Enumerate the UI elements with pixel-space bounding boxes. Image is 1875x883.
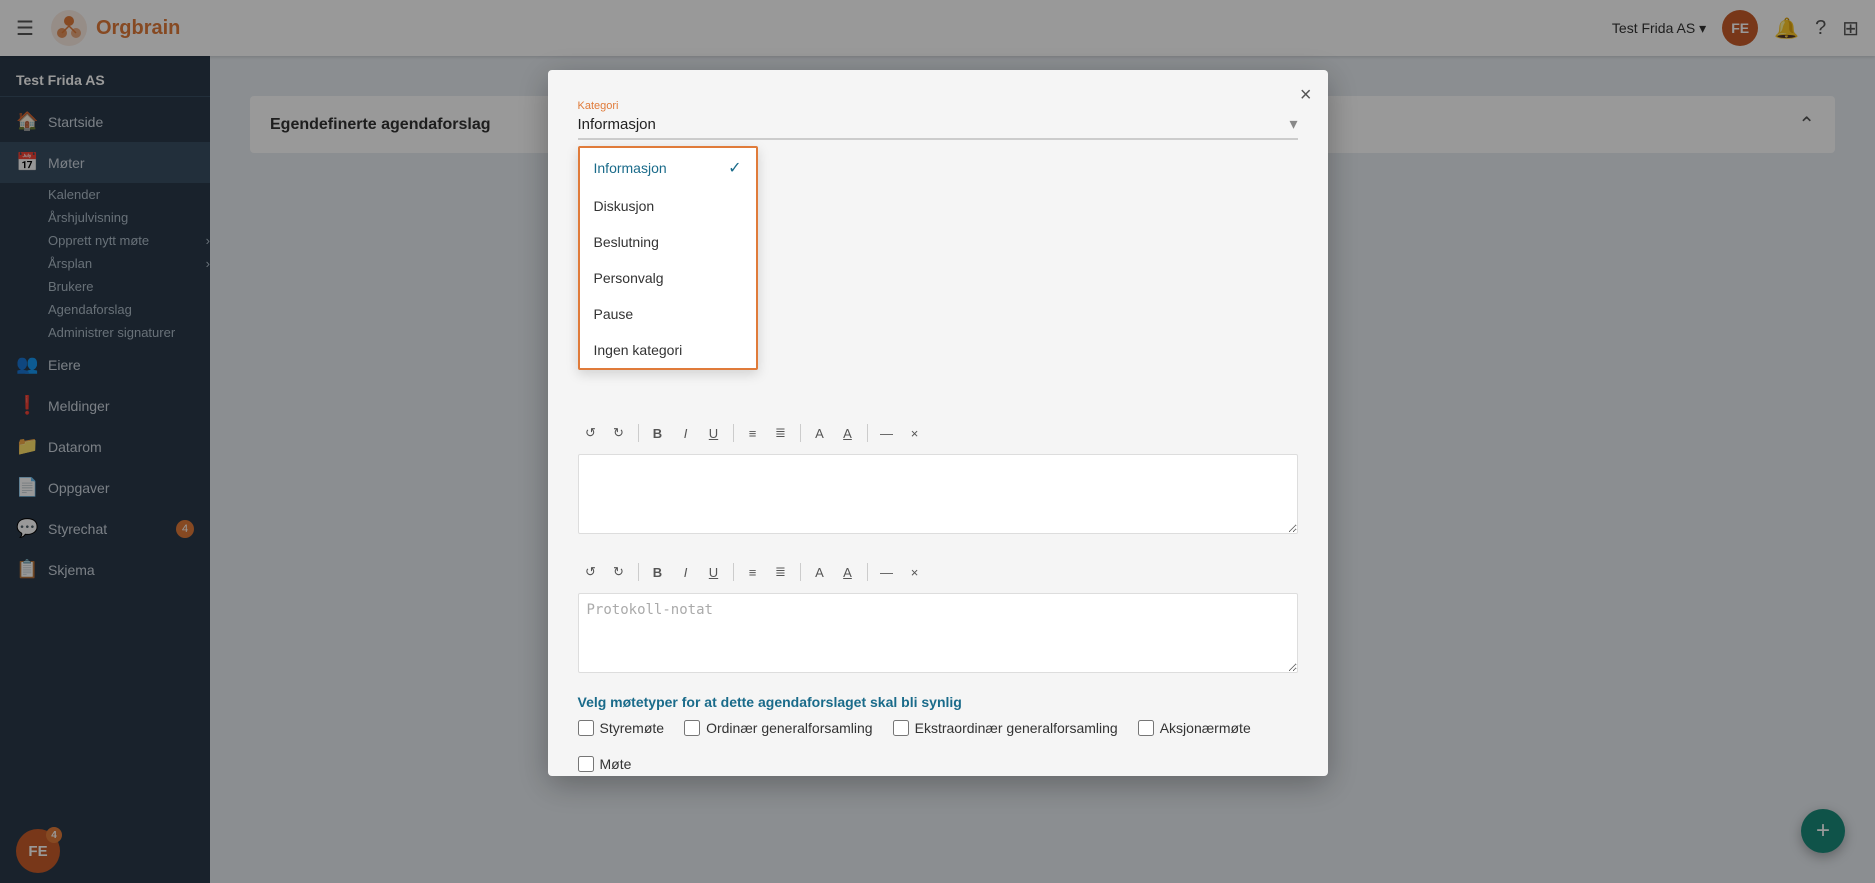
checkbox-ordinaer[interactable]: Ordinær generalforsamling <box>684 720 873 736</box>
checkbox-label: Ekstraordinær generalforsamling <box>915 720 1118 736</box>
protocol-editor[interactable] <box>578 593 1298 673</box>
meeting-types-label: Velg møtetyper for at dette agendaforsla… <box>578 694 1298 710</box>
clear-button[interactable]: × <box>902 420 928 446</box>
title-editor[interactable] <box>578 454 1298 534</box>
redo-button[interactable]: ↻ <box>606 420 632 446</box>
highlight-button[interactable]: A <box>835 420 861 446</box>
toolbar-separator <box>867 563 868 581</box>
checkbox-aksjonaermote[interactable]: Aksjonærmøte <box>1138 720 1251 736</box>
category-dropdown: Informasjon ✓ Diskusjon Beslutning Perso… <box>578 146 758 370</box>
modal-close-button[interactable]: × <box>1300 84 1312 107</box>
toolbar-separator <box>800 563 801 581</box>
checkbox-styremote[interactable]: Styremøte <box>578 720 665 736</box>
underline-button[interactable]: U <box>701 559 727 585</box>
hr-button[interactable]: — <box>874 420 900 446</box>
checkbox-label: Ordinær generalforsamling <box>706 720 873 736</box>
dropdown-label: Ingen kategori <box>594 342 683 358</box>
toolbar-separator <box>733 424 734 442</box>
list-ordered-button[interactable]: ≣ <box>768 420 794 446</box>
dropdown-label: Informasjon <box>594 160 667 176</box>
undo-button[interactable]: ↺ <box>578 420 604 446</box>
hr-button[interactable]: — <box>874 559 900 585</box>
dropdown-item-diskusjon[interactable]: Diskusjon <box>580 188 756 224</box>
italic-button[interactable]: I <box>673 420 699 446</box>
checkbox-input[interactable] <box>578 756 594 772</box>
check-icon: ✓ <box>728 158 741 178</box>
description-form-group: ↺ ↻ B I U ≡ ≣ A A — × <box>578 555 1298 678</box>
toolbar-separator <box>800 424 801 442</box>
dropdown-item-personvalg[interactable]: Personvalg <box>580 260 756 296</box>
modal-dialog: × Kategori Informasjon ▾ Informasjon ✓ D… <box>548 70 1328 776</box>
meeting-types-row: Styremøte Ordinær generalforsamling Ekst… <box>578 720 1298 772</box>
checkbox-input[interactable] <box>684 720 700 736</box>
dropdown-label: Beslutning <box>594 234 659 250</box>
toolbar-separator <box>733 563 734 581</box>
list-ordered-button[interactable]: ≣ <box>768 559 794 585</box>
checkbox-input[interactable] <box>1138 720 1154 736</box>
highlight-button[interactable]: A <box>835 559 861 585</box>
italic-button[interactable]: I <box>673 559 699 585</box>
dropdown-label: Personvalg <box>594 270 664 286</box>
checkbox-input[interactable] <box>578 720 594 736</box>
category-select[interactable]: Informasjon ▾ <box>578 114 1298 140</box>
dropdown-item-pause[interactable]: Pause <box>580 296 756 332</box>
bold-button[interactable]: B <box>645 420 671 446</box>
dropdown-item-beslutning[interactable]: Beslutning <box>580 224 756 260</box>
undo-button[interactable]: ↺ <box>578 559 604 585</box>
toolbar-separator <box>638 563 639 581</box>
category-value: Informasjon <box>578 116 1286 133</box>
redo-button[interactable]: ↻ <box>606 559 632 585</box>
checkbox-label: Aksjonærmøte <box>1160 720 1251 736</box>
title-toolbar: ↺ ↻ B I U ≡ ≣ A A — × <box>578 416 1298 450</box>
toolbar-separator <box>638 424 639 442</box>
checkbox-label: Styremøte <box>600 720 665 736</box>
font-color-button[interactable]: A <box>807 559 833 585</box>
bold-button[interactable]: B <box>645 559 671 585</box>
underline-button[interactable]: U <box>701 420 727 446</box>
list-unordered-button[interactable]: ≡ <box>740 559 766 585</box>
modal-body: Kategori Informasjon ▾ Informasjon ✓ Dis… <box>548 70 1328 776</box>
category-form-group: Kategori Informasjon ▾ Informasjon ✓ Dis… <box>578 100 1298 140</box>
checkbox-ekstraordinaer[interactable]: Ekstraordinær generalforsamling <box>893 720 1118 736</box>
dropdown-label: Pause <box>594 306 634 322</box>
checkbox-input[interactable] <box>893 720 909 736</box>
list-unordered-button[interactable]: ≡ <box>740 420 766 446</box>
description-toolbar: ↺ ↻ B I U ≡ ≣ A A — × <box>578 555 1298 589</box>
category-label: Kategori <box>578 100 1298 112</box>
toolbar-separator <box>867 424 868 442</box>
font-color-button[interactable]: A <box>807 420 833 446</box>
dropdown-item-informasjon[interactable]: Informasjon ✓ <box>580 148 756 188</box>
checkbox-label: Møte <box>600 756 632 772</box>
dropdown-item-ingen-kategori[interactable]: Ingen kategori <box>580 332 756 368</box>
meeting-types-group: Velg møtetyper for at dette agendaforsla… <box>578 694 1298 772</box>
title-form-group: ↺ ↻ B I U ≡ ≣ A A — × <box>578 416 1298 539</box>
dropdown-label: Diskusjon <box>594 198 655 214</box>
clear-button[interactable]: × <box>902 559 928 585</box>
category-arrow-icon: ▾ <box>1289 114 1297 134</box>
checkbox-mote[interactable]: Møte <box>578 756 632 772</box>
modal-overlay: × Kategori Informasjon ▾ Informasjon ✓ D… <box>0 0 1875 883</box>
